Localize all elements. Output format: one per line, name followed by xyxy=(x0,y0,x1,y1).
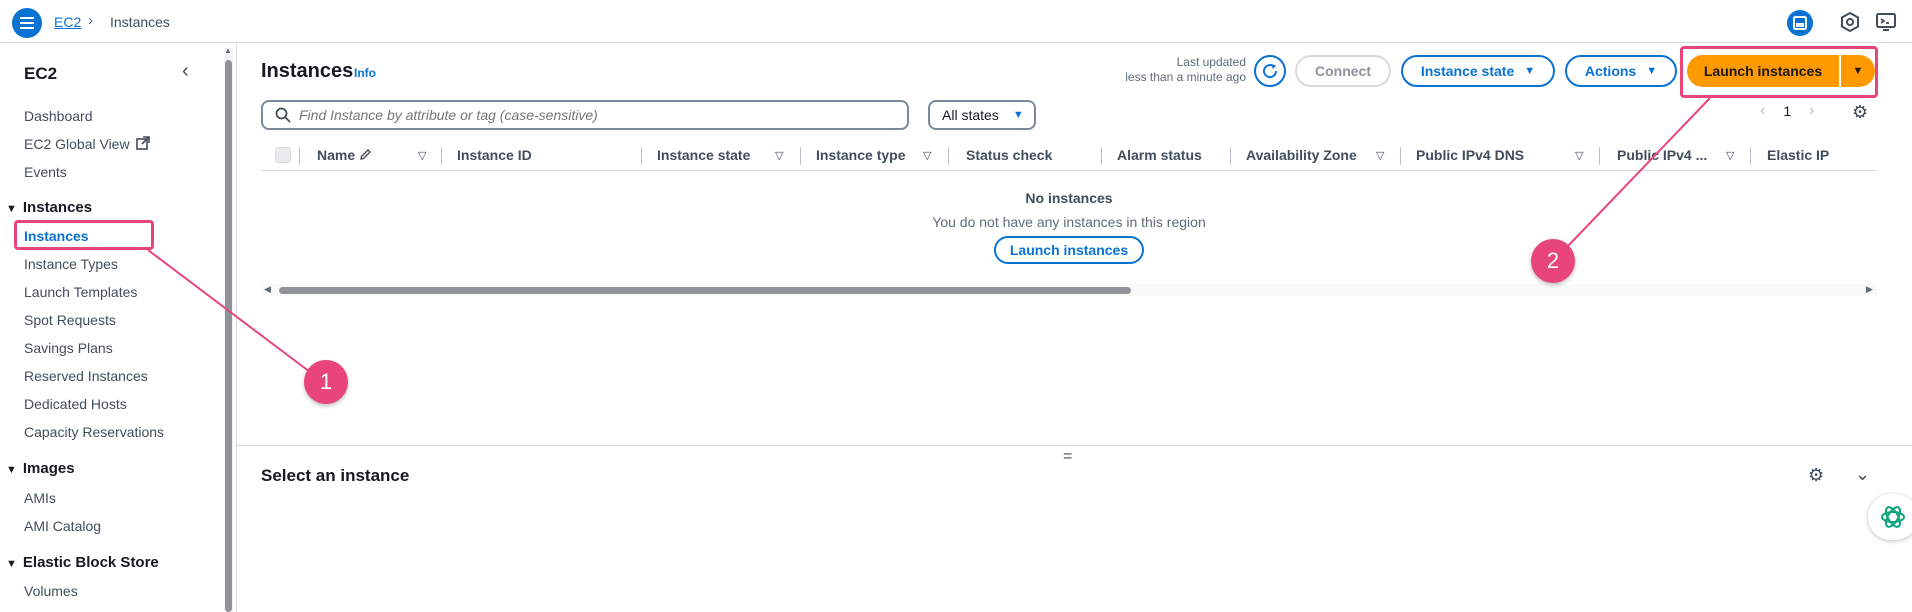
callout-2: 2 xyxy=(1531,239,1575,283)
annotation-arrows xyxy=(147,97,1711,373)
callout-1: 1 xyxy=(304,360,348,404)
